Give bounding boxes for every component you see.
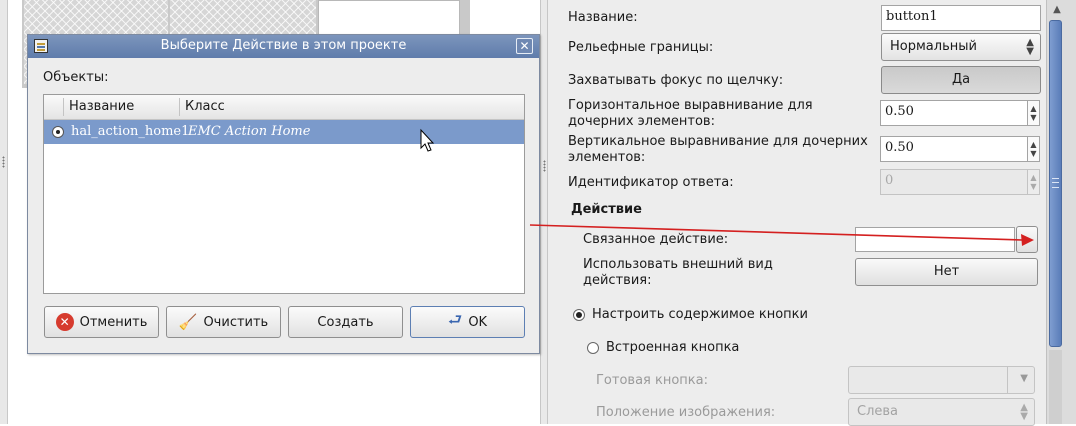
list-item[interactable]: hal_action_home1 EMC Action Home xyxy=(44,120,524,144)
cancel-button[interactable]: ✕ Отменить xyxy=(44,306,159,338)
cancel-circle-icon: ✕ xyxy=(55,313,74,331)
stock-button-label: Готовая кнопка: xyxy=(596,373,708,388)
radio-builtin-button[interactable] xyxy=(587,342,599,354)
cancel-button-label: Отменить xyxy=(79,314,148,330)
response-id-input[interactable]: 0 xyxy=(880,169,1028,195)
close-icon: ✕ xyxy=(519,39,530,53)
pane-grip[interactable] xyxy=(2,156,5,168)
objects-list[interactable]: Название Класс hal_action_home1 EMC Acti… xyxy=(43,94,525,294)
spin-arrows-icon[interactable]: ▲ ▼ xyxy=(1027,100,1040,126)
focus-label: Захватывать фокус по щелчку: xyxy=(568,73,784,88)
updown-icon: ▲ ▼ xyxy=(1026,37,1034,57)
dialog-title: Выберите Действие в этом проекте xyxy=(160,38,407,53)
radio-builtin-button-label[interactable]: Встроенная кнопка xyxy=(606,340,739,356)
ok-arrow-icon: ⮐ xyxy=(447,309,463,329)
clear-button-label: Очистить xyxy=(203,314,269,330)
scrollbar-track[interactable] xyxy=(1049,350,1062,424)
divider-grip[interactable] xyxy=(543,160,546,172)
radio-custom-content-label[interactable]: Настроить содержимое кнопки xyxy=(592,307,808,323)
related-action-input[interactable] xyxy=(855,227,1015,252)
browse-action-button[interactable]: ... xyxy=(1016,226,1038,253)
create-button[interactable]: Создать xyxy=(288,306,403,338)
name-input[interactable]: button1 xyxy=(881,5,1041,31)
valign-input[interactable]: 0.50 xyxy=(880,136,1028,162)
chevron-down-icon: ▼ xyxy=(1020,373,1028,384)
row-name: hal_action_home1 xyxy=(71,124,190,139)
list-header: Название Класс xyxy=(44,95,524,120)
column-separator xyxy=(63,98,64,116)
ok-button[interactable]: ⮐ OK xyxy=(410,306,525,338)
column-header-class[interactable]: Класс xyxy=(185,99,225,114)
image-position-value: Слева xyxy=(857,404,899,419)
clear-button[interactable]: 🧹 Очистить xyxy=(166,306,281,338)
dialog-titlebar[interactable]: Выберите Действие в этом проекте ✕ xyxy=(28,35,539,58)
halign-label: Горизонтальное выравнивание для дочерних… xyxy=(568,98,813,129)
scroll-up-icon[interactable]: ▲ xyxy=(1051,4,1063,16)
create-button-label: Создать xyxy=(317,314,374,330)
response-id-spin[interactable]: 0 ▲ ▼ xyxy=(880,169,1041,195)
halign-spin[interactable]: 0.50 ▲ ▼ xyxy=(880,100,1041,126)
ok-button-label: OK xyxy=(468,314,488,330)
related-action-label: Связанное действие: xyxy=(583,232,729,247)
row-radio[interactable] xyxy=(52,126,64,138)
updown-icon: ▲ ▼ xyxy=(1020,402,1028,422)
radio-custom-content[interactable] xyxy=(573,309,585,321)
left-pane-edge xyxy=(0,0,8,424)
image-position-combo[interactable]: Слева ▲ ▼ xyxy=(848,398,1035,426)
name-label: Название: xyxy=(568,10,638,25)
focus-toggle[interactable]: Да xyxy=(881,66,1041,94)
select-action-dialog: Выберите Действие в этом проекте ✕ Объек… xyxy=(27,34,540,354)
relief-combo[interactable]: Нормальный ▲ ▼ xyxy=(881,33,1041,61)
objects-label: Объекты: xyxy=(43,70,109,85)
stock-button-combo[interactable]: ▼ xyxy=(848,366,1035,394)
close-button[interactable]: ✕ xyxy=(516,38,533,54)
action-section-heading: Действие xyxy=(571,202,642,217)
use-appearance-toggle[interactable]: Нет xyxy=(855,258,1038,286)
relief-label: Рельефные границы: xyxy=(568,40,714,55)
spin-arrows-icon[interactable]: ▲ ▼ xyxy=(1027,136,1040,162)
use-appearance-label: Использовать внешний вид действия: xyxy=(583,257,773,288)
relief-value: Нормальный xyxy=(890,39,977,54)
thumb-grip-icon xyxy=(1052,178,1059,188)
pane-divider[interactable] xyxy=(540,0,548,424)
valign-label: Вертикальное выравнивание для дочерних э… xyxy=(568,134,868,165)
column-header-name[interactable]: Название xyxy=(69,99,134,114)
valign-spin[interactable]: 0.50 ▲ ▼ xyxy=(880,136,1041,162)
combo-separator xyxy=(1007,367,1008,393)
spin-arrows-icon[interactable]: ▲ ▼ xyxy=(1027,169,1040,195)
halign-input[interactable]: 0.50 xyxy=(880,100,1028,126)
row-class: EMC Action Home xyxy=(188,124,311,139)
image-position-label: Положение изображения: xyxy=(596,405,776,420)
column-separator xyxy=(179,98,180,116)
broom-icon: 🧹 xyxy=(178,313,198,331)
response-id-label: Идентификатор ответа: xyxy=(568,175,734,190)
